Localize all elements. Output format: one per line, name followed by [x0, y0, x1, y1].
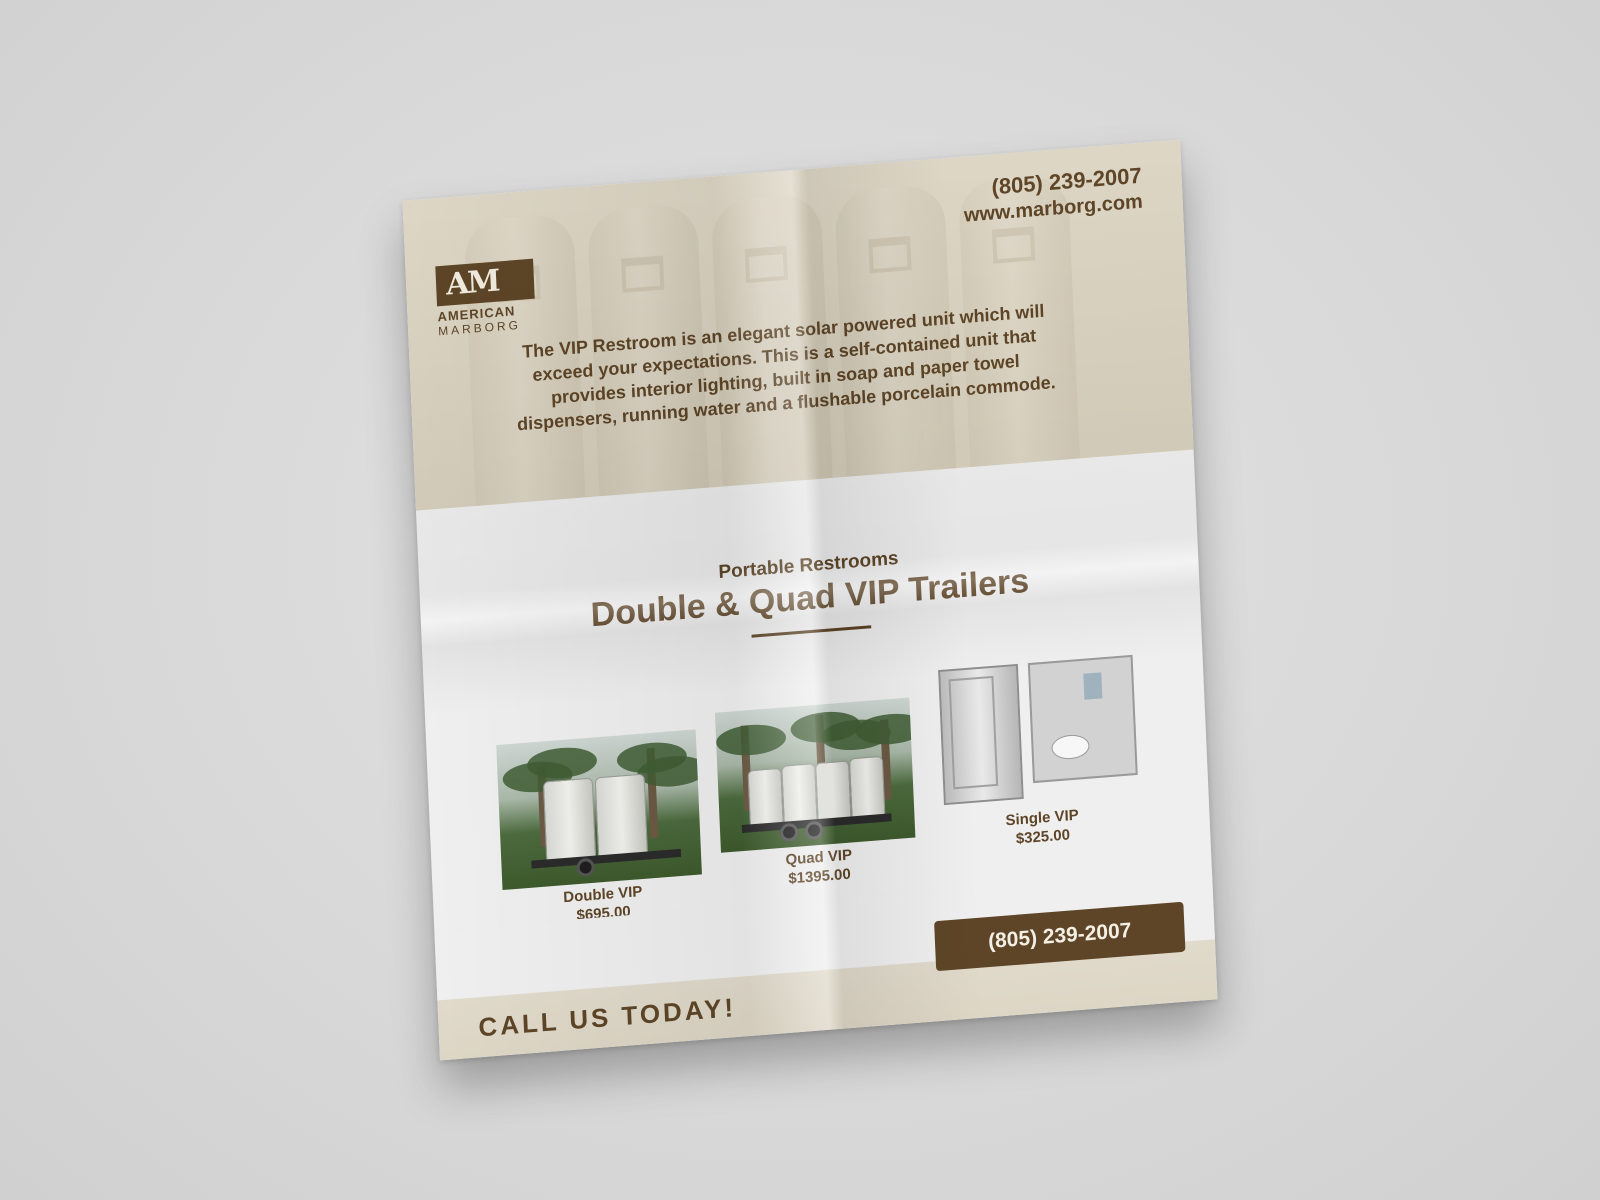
product-double-vip: Double VIP $695.00 [496, 729, 703, 930]
quad-vip-photo [714, 697, 916, 853]
product-single-vip: Single VIP $325.00 [932, 649, 1146, 853]
title-underline [751, 625, 872, 638]
stage: AM AMERICAN MARBORG (805) 239-2007 www.m… [0, 0, 1600, 1200]
call-to-action-text: CALL US TODAY! [477, 992, 737, 1043]
logo-mark: AM [435, 258, 535, 307]
product-quad-vip: Quad VIP $1395.00 [714, 697, 917, 893]
header-band: AM AMERICAN MARBORG (805) 239-2007 www.m… [402, 139, 1194, 511]
double-vip-photo [496, 729, 702, 891]
call-phone-button[interactable]: (805) 239-2007 [934, 901, 1186, 972]
product-list: Double VIP $695.00 Quad VIP $1395.00 Sin… [494, 644, 1151, 924]
logo-letters: AM [445, 263, 500, 303]
section-heading: Portable Restrooms Double & Quad VIP Tra… [419, 524, 1200, 663]
single-vip-photo [932, 649, 1144, 814]
flyer-paper: AM AMERICAN MARBORG (805) 239-2007 www.m… [402, 139, 1218, 1061]
company-logo: AM AMERICAN MARBORG [435, 258, 548, 338]
